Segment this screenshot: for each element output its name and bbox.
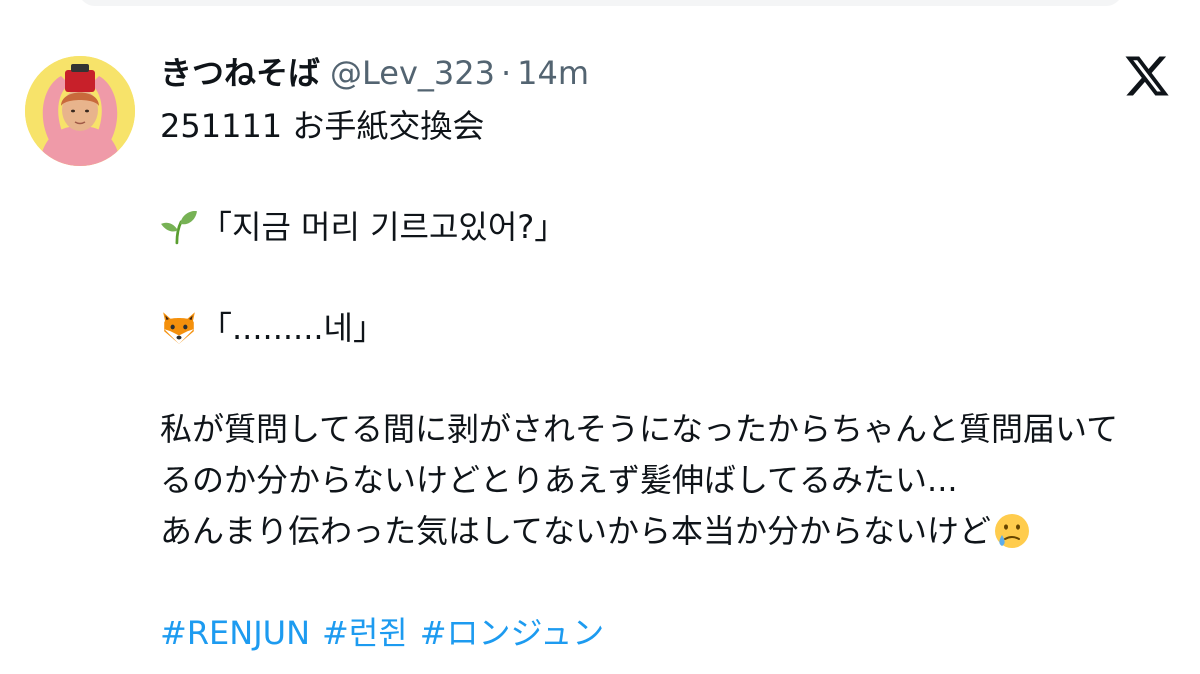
hashtag-link[interactable]: #RENJUN [160,614,310,652]
post-timestamp[interactable]: 14m [517,52,589,94]
post-text: 「.........네」 [200,309,385,347]
author-handle[interactable]: @Lev_323 [330,52,495,94]
post-text: 「지금 머리 기르고있어?」 [200,208,567,246]
post-header: きつねそば @Lev_323 · 14m [160,52,589,94]
post-text-line-4: 私が質問してる間に剥がされそうになったからちゃんと質問届いて [160,408,1118,450]
author-display-name[interactable]: きつねそば [160,52,320,94]
post-text-line-3: 「.........네」 [160,307,385,349]
post-text: あんまり伝わった気はしてないから本当か分からないけど [160,512,992,550]
post-text: 251111 お手紙交換会 [160,107,485,145]
post-text-line-5: るのか分からないけどとりあえず髪伸ばしてるみたい... [160,459,958,501]
header-separator: · [500,54,512,92]
fox-emoji-icon [163,312,195,344]
seedling-emoji-icon [161,211,197,245]
hashtag-link[interactable]: #런쥔 [322,614,408,652]
hashtags: #RENJUN #런쥔 #ロンジュン [160,612,616,654]
face-holding-back-tears-emoji-icon [995,514,1030,548]
avatar[interactable] [25,56,135,166]
post-text-line-2: 「지금 머리 기르고있어?」 [160,206,566,248]
post-text-line-6: あんまり伝わった気はしてないから本当か分からないけど [160,510,1030,552]
post-text: 私が質問してる間に剥がされそうになったからちゃんと質問届いて [160,410,1119,448]
x-logo-icon[interactable] [1123,52,1171,100]
post-text-line-1: 251111 お手紙交換会 [160,105,484,147]
hashtag-link[interactable]: #ロンジュン [420,614,605,652]
top-search-bar[interactable] [78,0,1123,6]
post-text: るのか分からないけどとりあえず髪伸ばしてるみたい... [160,461,958,499]
profile-photo [25,56,135,166]
